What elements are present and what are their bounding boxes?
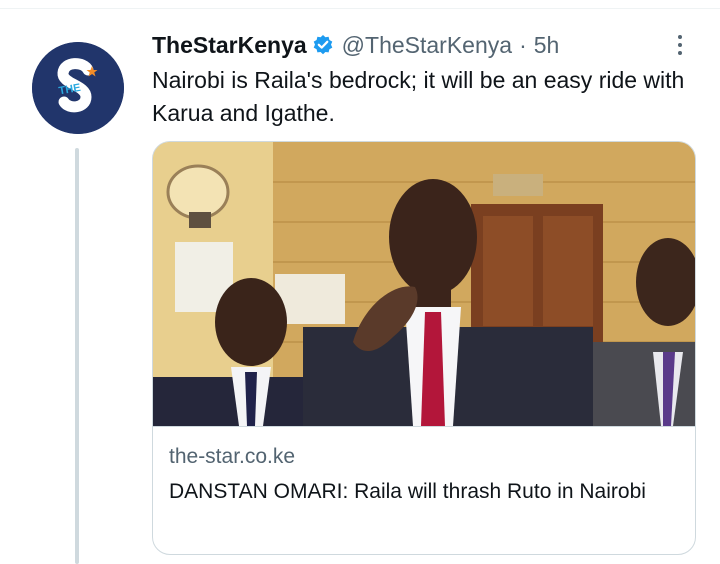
tweet-header: TheStarKenya @TheStarKenya · 5h (152, 30, 559, 60)
card-divider (153, 426, 695, 427)
thread-line (75, 148, 79, 564)
separator-dot: · (519, 31, 527, 58)
handle[interactable]: @TheStarKenya (342, 32, 512, 59)
the-star-logo-icon: THE (32, 42, 124, 134)
display-name[interactable]: TheStarKenya (152, 32, 307, 59)
more-options-icon[interactable] (668, 30, 692, 60)
card-title[interactable]: DANSTAN OMARI: Raila will thrash Ruto in… (169, 476, 679, 507)
card-domain: the-star.co.ke (169, 445, 296, 468)
avatar[interactable]: THE (32, 42, 124, 134)
timestamp[interactable]: 5h (534, 32, 560, 59)
verified-badge-icon (312, 34, 334, 56)
link-card[interactable]: the-star.co.ke DANSTAN OMARI: Raila will… (152, 141, 696, 555)
news-photo-image (153, 142, 695, 426)
tweet[interactable]: THE TheStarKenya @TheStarKenya · 5h Nair… (0, 0, 720, 564)
tweet-text: Nairobi is Raila's bedrock; it will be a… (152, 67, 685, 126)
